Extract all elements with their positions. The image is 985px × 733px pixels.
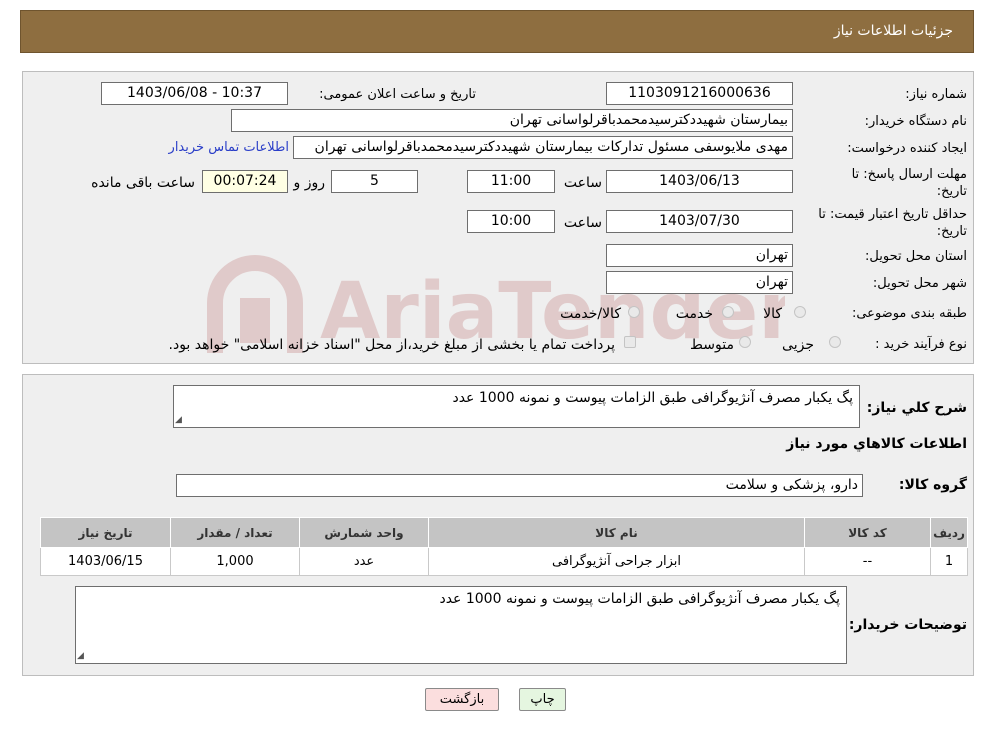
- summary-text: پگ یکبار مصرف آنژیوگرافی طبق الزامات پیو…: [452, 390, 853, 406]
- requester-field: مهدی ملایوسفی مسئول تدارکات بیمارستان شه…: [293, 136, 793, 159]
- category-radio-goods[interactable]: [794, 306, 806, 318]
- deadline-label: مهلت ارسال پاسخ: تا: [851, 167, 967, 182]
- price-validity-date-field: 1403/07/30: [606, 210, 793, 233]
- purchase-process-label: نوع فرآیند خرید :: [875, 337, 967, 352]
- summary-label: شرح کلي نياز:: [866, 400, 967, 416]
- announce-datetime-field: 1403/06/08 - 10:37: [101, 82, 288, 105]
- process-radio-medium[interactable]: [739, 336, 751, 348]
- buyer-notes-label: توضيحات خريدار:: [848, 617, 967, 633]
- delivery-province-label: استان محل تحویل:: [865, 249, 967, 264]
- deadline-label-2: تاریخ:: [936, 184, 967, 199]
- cell-name: ابزار جراحی آنژیوگرافی: [428, 547, 805, 576]
- announce-datetime-label: تاریخ و ساعت اعلان عمومی:: [319, 87, 476, 102]
- category-label: طبقه بندی موضوعی:: [851, 306, 967, 321]
- buyer-notes-text: پگ یکبار مصرف آنژیوگرافی طبق الزامات پیو…: [439, 591, 840, 607]
- need-number-field: 1103091216000636: [606, 82, 793, 105]
- remaining-time-label: ساعت باقی مانده: [91, 175, 195, 191]
- category-radio-service[interactable]: [722, 306, 734, 318]
- process-option-medium: متوسط: [690, 337, 734, 353]
- delivery-city-field: تهران: [606, 271, 793, 294]
- cell-date: 1403/06/15: [40, 547, 171, 576]
- cell-unit: عدد: [299, 547, 429, 576]
- col-unit: واحد شمارش: [299, 517, 429, 548]
- need-number-label: شماره نیاز:: [905, 87, 967, 102]
- goods-group-field: دارو، پزشکی و سلامت: [176, 474, 863, 497]
- price-validity-label: حداقل تاریخ اعتبار قیمت: تا: [818, 207, 967, 222]
- cell-qty: 1,000: [170, 547, 300, 576]
- page-header: جزئیات اطلاعات نیاز: [20, 10, 974, 53]
- delivery-province-field: تهران: [606, 244, 793, 267]
- treasury-checkbox[interactable]: [624, 336, 636, 348]
- table-row: 1 -- ابزار جراحی آنژیوگرافی عدد 1,000 14…: [40, 547, 968, 576]
- col-date: تاريخ نياز: [40, 517, 171, 548]
- category-option-goods-service: کالا/خدمت: [560, 306, 621, 322]
- buyer-contact-link[interactable]: اطلاعات تماس خریدار: [169, 140, 289, 155]
- col-code: کد کالا: [804, 517, 931, 548]
- items-table-header: رديف کد کالا نام کالا واحد شمارش تعداد /…: [40, 517, 968, 548]
- deadline-time-label: ساعت: [563, 175, 602, 191]
- price-validity-time-field: 10:00: [467, 210, 555, 233]
- category-radio-goods-service[interactable]: [628, 306, 640, 318]
- col-name: نام کالا: [428, 517, 805, 548]
- buyer-notes-textarea[interactable]: پگ یکبار مصرف آنژیوگرافی طبق الزامات پیو…: [75, 586, 847, 664]
- resize-grip-icon[interactable]: ◢: [175, 415, 182, 425]
- cell-code: --: [804, 547, 931, 576]
- price-validity-label-2: تاریخ:: [936, 224, 967, 239]
- col-row: رديف: [930, 517, 968, 548]
- back-button[interactable]: بازگشت: [425, 688, 499, 711]
- page-title: جزئیات اطلاعات نیاز: [833, 23, 953, 39]
- deadline-date-field: 1403/06/13: [606, 170, 793, 193]
- deadline-days-field: 5: [331, 170, 418, 193]
- category-option-goods: کالا: [763, 306, 782, 322]
- price-validity-time-label: ساعت: [563, 215, 602, 231]
- resize-grip-icon[interactable]: ◢: [77, 651, 84, 661]
- col-qty: تعداد / مقدار: [170, 517, 300, 548]
- items-table: رديف کد کالا نام کالا واحد شمارش تعداد /…: [40, 517, 968, 576]
- delivery-city-label: شهر محل تحویل:: [872, 276, 967, 291]
- process-option-minor: جزیی: [782, 337, 814, 353]
- deadline-time-field: 11:00: [467, 170, 555, 193]
- goods-group-label: گروه کالا:: [898, 477, 967, 493]
- goods-info-title: اطلاعات کالاهاي مورد نياز: [786, 436, 967, 452]
- summary-textarea[interactable]: پگ یکبار مصرف آنژیوگرافی طبق الزامات پیو…: [173, 385, 860, 428]
- deadline-days-label: روز و: [293, 175, 326, 191]
- remaining-time-field: 00:07:24: [202, 170, 288, 193]
- category-option-service: خدمت: [675, 306, 713, 322]
- buyer-org-field: بیمارستان شهیددکترسیدمحمدباقرلواسانی تهر…: [231, 109, 793, 132]
- items-table-wrap: رديف کد کالا نام کالا واحد شمارش تعداد /…: [40, 517, 968, 576]
- buyer-org-label: نام دستگاه خریدار:: [864, 114, 967, 129]
- cell-row: 1: [930, 547, 968, 576]
- print-button[interactable]: چاپ: [519, 688, 566, 711]
- requester-label: ایجاد کننده درخواست:: [847, 141, 967, 156]
- process-radio-minor[interactable]: [829, 336, 841, 348]
- purchase-process-note: پرداخت تمام یا بخشی از مبلغ خرید،از محل …: [168, 337, 615, 353]
